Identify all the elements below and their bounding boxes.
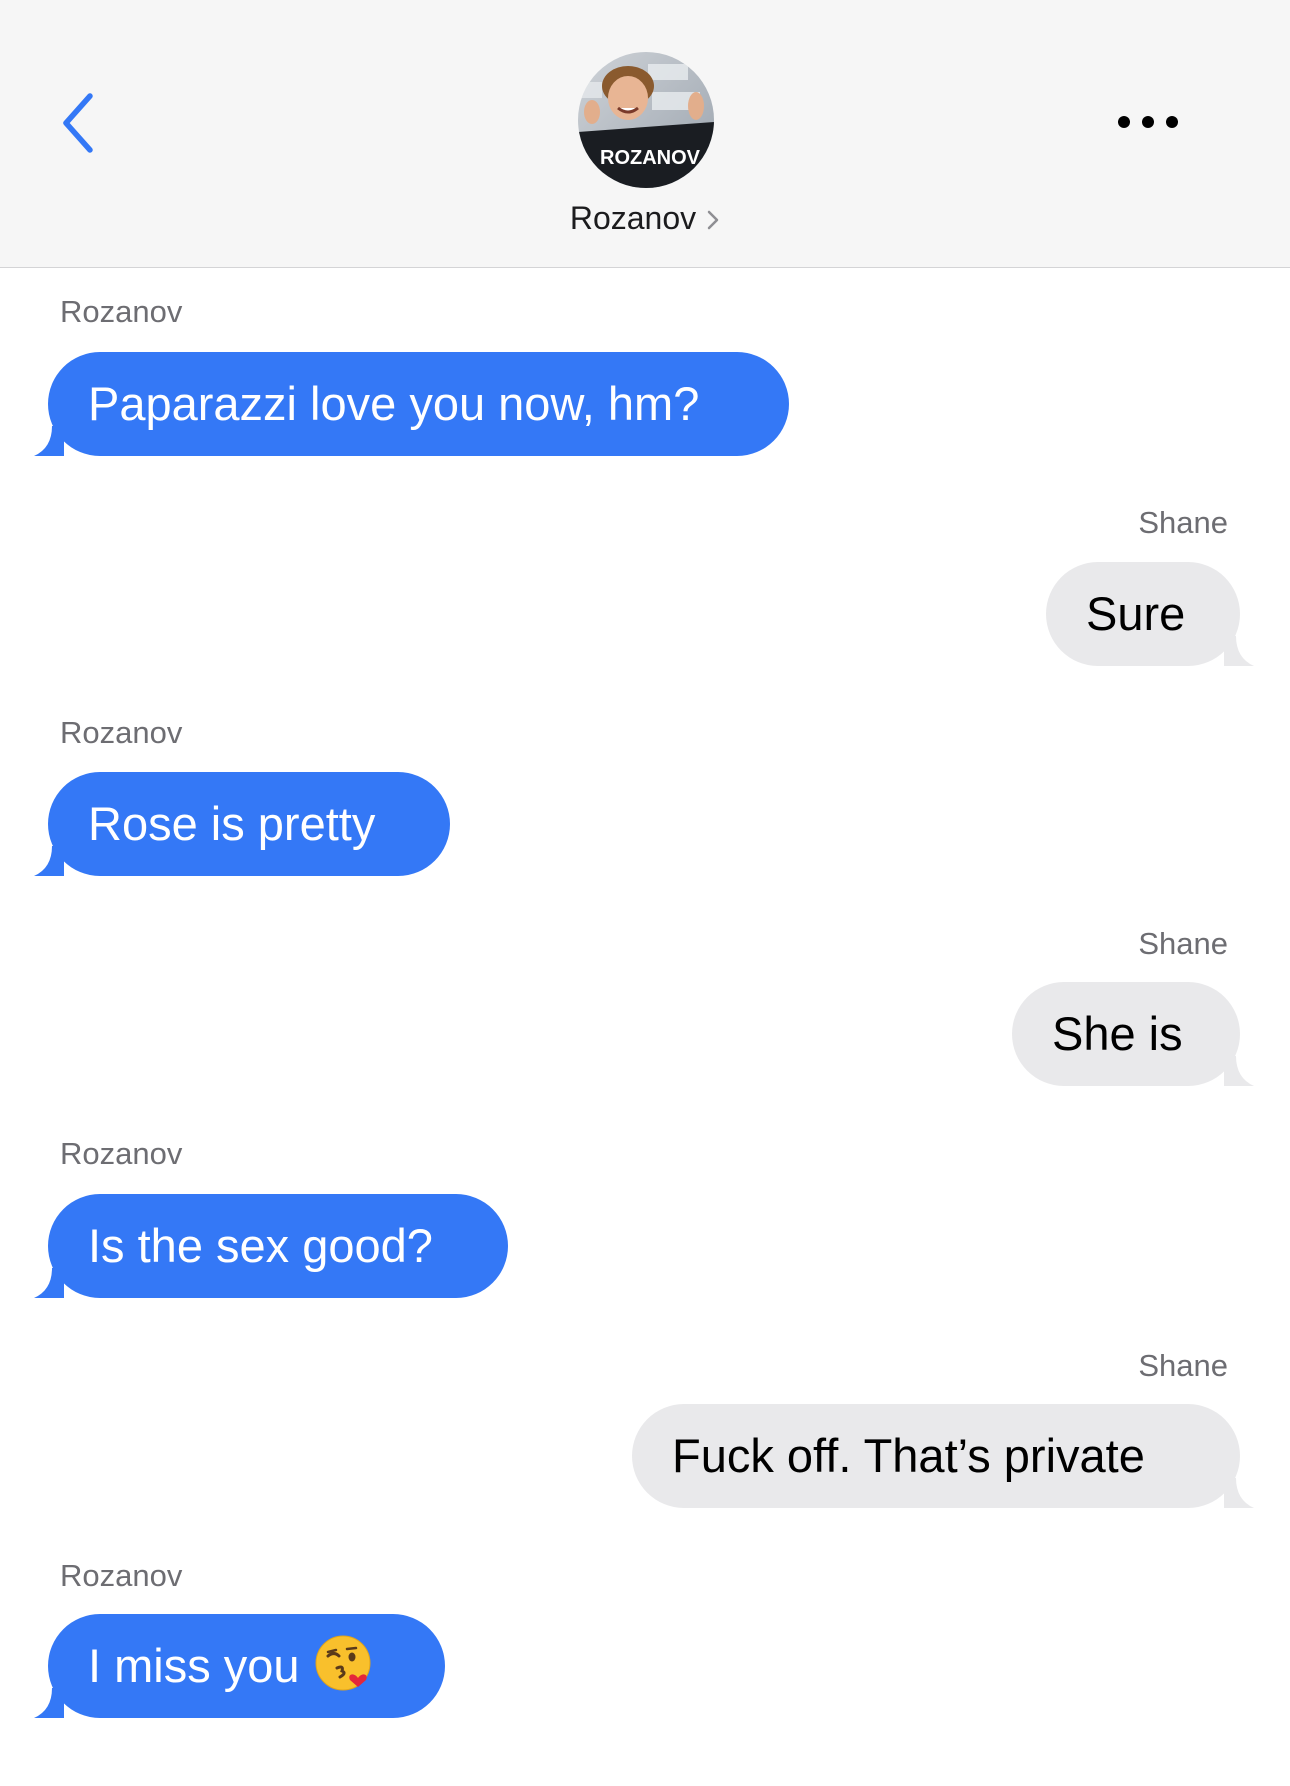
jersey-text: ROZANOV xyxy=(600,147,701,169)
sender-name: Rozanov xyxy=(60,1136,183,1171)
bubble-tail xyxy=(34,1688,64,1718)
message-text: Sure xyxy=(1086,587,1186,640)
conversation-header: ROZANOV Rozanov xyxy=(0,0,1290,268)
message-bubble[interactable]: I miss you xyxy=(34,1614,445,1718)
ellipsis-icon xyxy=(1118,116,1178,128)
kissing-face-icon xyxy=(315,1635,371,1691)
bubble-tail xyxy=(1224,636,1254,666)
message-bubble[interactable]: Rose is pretty xyxy=(34,772,450,876)
message-bubble[interactable]: Fuck off. That’s private xyxy=(632,1404,1254,1508)
chevron-left-icon xyxy=(63,93,93,153)
avatar-photo: ROZANOV xyxy=(578,52,714,188)
message-thread[interactable]: Rozanov Paparazzi love you now, hm? Shan… xyxy=(0,268,1290,1786)
sender-name: Shane xyxy=(1138,505,1228,540)
sender-name: Shane xyxy=(1138,1348,1228,1383)
more-button[interactable] xyxy=(1108,104,1188,140)
bubble-tail xyxy=(34,426,64,456)
contact-name: Rozanov xyxy=(569,200,697,236)
message-text: I miss you xyxy=(88,1639,300,1692)
message-text: Rose is pretty xyxy=(88,797,376,850)
message-text: Fuck off. That’s private xyxy=(672,1429,1145,1482)
sender-name: Rozanov xyxy=(60,1558,183,1593)
bubble-tail xyxy=(34,846,64,876)
contact-name-button[interactable]: Rozanov xyxy=(0,200,1290,239)
bubble-tail xyxy=(34,1268,64,1298)
sender-name: Rozanov xyxy=(60,715,183,750)
sender-name: Shane xyxy=(1138,926,1228,961)
message-text: Paparazzi love you now, hm? xyxy=(88,377,700,430)
contact-avatar[interactable]: ROZANOV xyxy=(578,52,714,188)
sender-name: Rozanov xyxy=(60,294,183,329)
message-text: She is xyxy=(1052,1007,1183,1060)
back-button[interactable] xyxy=(56,88,106,158)
message-bubble[interactable]: Paparazzi love you now, hm? xyxy=(34,352,789,456)
message-bubble[interactable]: Sure xyxy=(1046,562,1254,666)
bubble-tail xyxy=(1224,1056,1254,1086)
chevron-right-icon xyxy=(706,202,720,239)
message-text: Is the sex good? xyxy=(88,1219,433,1272)
message-bubble[interactable]: Is the sex good? xyxy=(34,1194,508,1298)
message-bubble[interactable]: She is xyxy=(1012,982,1254,1086)
bubble-tail xyxy=(1224,1478,1254,1508)
